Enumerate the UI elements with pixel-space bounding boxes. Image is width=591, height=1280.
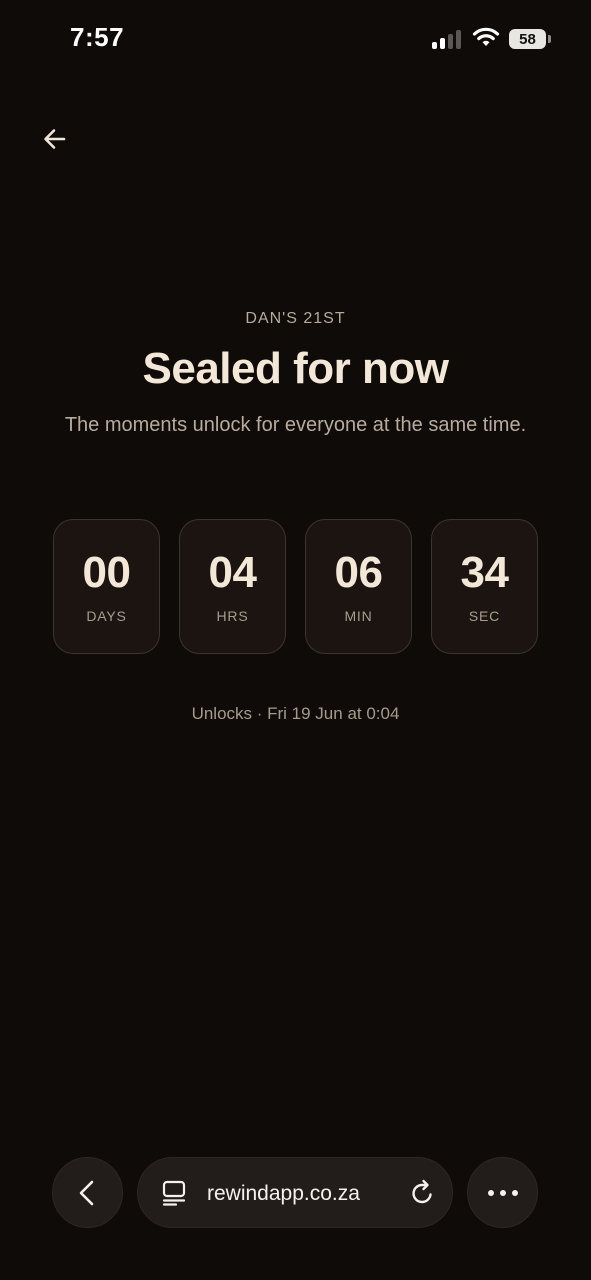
tabs-icon[interactable] [160,1179,188,1207]
event-eyebrow: DAN'S 21ST [245,310,346,327]
battery-icon: 58 [509,29,546,49]
status-time: 7:57 [70,22,125,52]
countdown-timer: 00 DAYS 04 HRS 06 MIN 34 SEC [53,519,538,654]
countdown-seconds-unit: SEC [468,608,501,624]
countdown-days-unit: DAYS [86,608,127,624]
countdown-seconds: 34 SEC [431,519,538,654]
signal-icon [432,29,464,49]
page-subtitle: The moments unlock for everyone at the s… [64,414,527,436]
unlock-time-text: Unlocks · Fri 19 Jun at 0:04 [191,704,400,723]
battery-tip [548,35,551,43]
browser-back-button[interactable] [52,1157,123,1228]
reload-icon[interactable] [408,1179,436,1207]
battery-level: 58 [519,30,536,48]
countdown-hours-unit: HRS [216,608,249,624]
countdown-seconds-value: 34 [460,548,509,597]
page-title: Sealed for now [142,344,449,393]
countdown-days-value: 00 [82,548,131,597]
countdown-minutes-unit: MIN [344,608,373,624]
countdown-days: 00 DAYS [53,519,160,654]
countdown-minutes-value: 06 [334,548,383,597]
status-bar: 7:57 58 [0,0,591,80]
address-bar[interactable]: rewindapp.co.za [137,1157,453,1228]
wifi-icon [472,27,500,46]
more-icon [487,1189,518,1196]
url-text[interactable]: rewindapp.co.za [207,1182,360,1206]
countdown-hours-value: 04 [208,548,257,597]
countdown-hours: 04 HRS [179,519,286,654]
more-options-button[interactable] [467,1157,538,1228]
chevron-left-icon [79,1180,93,1205]
arrow-left-icon[interactable] [38,122,72,156]
countdown-minutes: 06 MIN [305,519,412,654]
